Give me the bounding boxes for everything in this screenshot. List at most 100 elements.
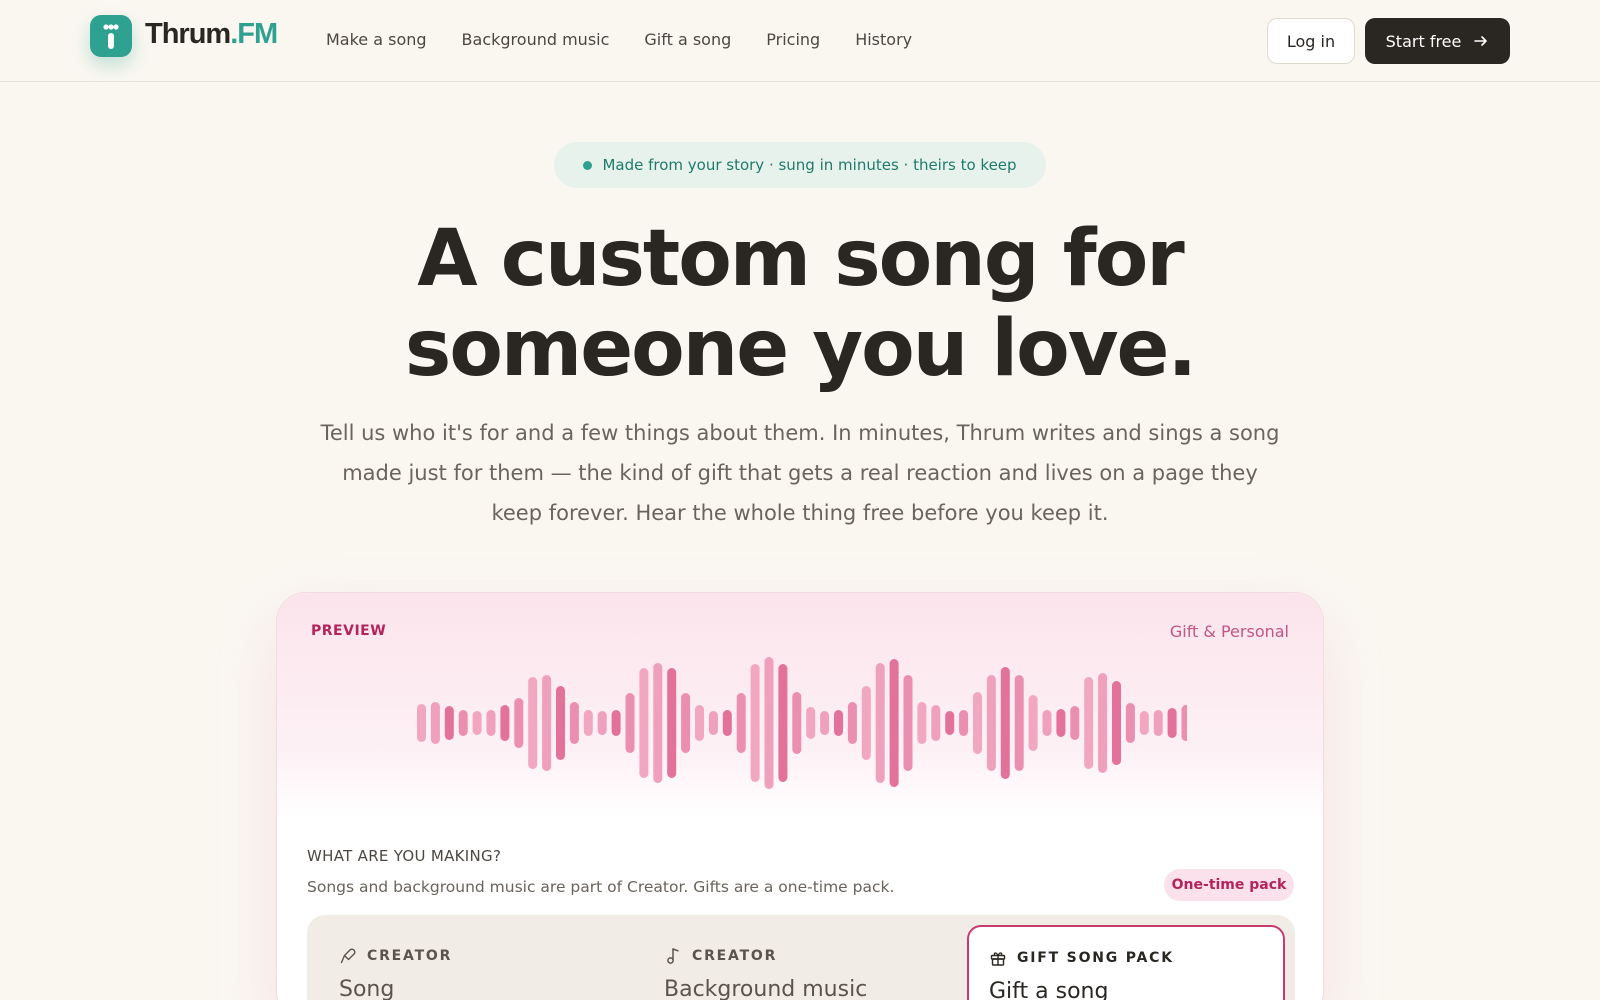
waveform-bar [1028, 695, 1038, 751]
waveform-bar [764, 657, 774, 789]
tagline-pill: Made from your story · sung in minutes ·… [554, 142, 1046, 188]
option-gift-a-song-name: Gift a song [989, 979, 1109, 1000]
waveform-bar [847, 702, 857, 744]
tagline-text: Made from your story · sung in minutes ·… [602, 156, 1017, 174]
hero-title-line-2: someone you love. [404, 304, 1197, 394]
waveform-bar [1125, 703, 1135, 743]
waveform-bar [1084, 677, 1094, 769]
option-song[interactable]: CREATOR Song [307, 915, 632, 1000]
option-background-music-tag-label: CREATOR [692, 948, 778, 964]
waveform-bar [1153, 710, 1163, 736]
gift-icon [990, 952, 1006, 966]
waveform-bar [1112, 681, 1121, 765]
waveform-bar [806, 707, 816, 739]
waveform-bar [542, 675, 552, 771]
waveform-bar [458, 710, 468, 736]
waveform-bar [556, 686, 565, 760]
waveform-bar [500, 705, 510, 741]
making-section-description: Songs and background music are part of C… [307, 878, 895, 896]
nav-link-gift-a-song[interactable]: Gift a song [644, 30, 731, 49]
waveform-bar [597, 711, 607, 735]
waveform-bar [875, 663, 885, 783]
waveform-bar [528, 677, 538, 769]
waveform-bar [472, 711, 482, 735]
waveform-bar [625, 693, 635, 753]
option-background-music-tag: CREATOR [664, 947, 777, 965]
login-button[interactable]: Log in [1267, 18, 1355, 64]
waveform-bar [1042, 710, 1052, 736]
waveform-bar [903, 675, 913, 771]
nav-link-background-music[interactable]: Background music [462, 30, 610, 49]
status-dot-icon [583, 160, 593, 170]
waveform-bar [1014, 675, 1024, 771]
waveform-bar [778, 664, 788, 782]
hero-title-line-1: A custom song for [417, 214, 1185, 304]
waveform-bar [834, 710, 843, 736]
option-gift-a-song[interactable]: GIFT SONG PACK Gift a song [967, 925, 1285, 1000]
music-note-icon [667, 948, 679, 964]
waveform-bar [667, 668, 677, 778]
waveform-bar [1098, 673, 1108, 773]
logo-icon[interactable] [90, 15, 132, 57]
waveform-bar [417, 704, 426, 742]
making-section-title: WHAT ARE YOU MAKING? [307, 847, 502, 865]
option-background-music[interactable]: CREATOR Background music [632, 915, 957, 1000]
nav-link-make-a-song[interactable]: Make a song [326, 30, 427, 49]
waveform-bar [1000, 667, 1010, 779]
waveform-bar [1181, 705, 1187, 741]
waveform-bar [861, 686, 871, 760]
nav-links: Make a song Background music Gift a song… [326, 30, 912, 49]
waveform-bar [945, 711, 955, 735]
option-background-music-name: Background music [664, 977, 868, 1000]
option-gift-a-song-tag-label: GIFT SONG PACK [1017, 950, 1174, 966]
preview-panel: PREVIEW Gift & Personal [277, 593, 1323, 819]
waveform-bar [792, 692, 802, 754]
option-song-tag-label: CREATOR [367, 948, 453, 964]
waveform-bar [931, 705, 941, 741]
waveform-bar [486, 710, 496, 736]
waveform-bar [1070, 706, 1080, 740]
waveform-bar [820, 711, 830, 735]
start-free-label: Start free [1385, 31, 1462, 51]
song-creator-card: PREVIEW Gift & Personal WHAT ARE YOU MAK… [276, 592, 1324, 1000]
option-song-tag: CREATOR [339, 947, 452, 965]
top-nav: Thrum.FM Make a song Background music Gi… [0, 0, 1600, 82]
waveform-bar [1056, 709, 1066, 737]
waveform-bar [569, 702, 579, 744]
waveform-bar [695, 705, 704, 741]
waveform-bar [736, 693, 746, 753]
category-label: Gift & Personal [1169, 622, 1289, 641]
waveform-bar [917, 702, 927, 744]
preview-label: PREVIEW [311, 623, 387, 639]
option-song-name: Song [339, 977, 395, 1000]
arrow-right-icon [1474, 36, 1488, 46]
waveform-bar [959, 710, 969, 736]
option-gift-a-song-tag: GIFT SONG PACK [989, 949, 1174, 967]
waveform-bar [611, 710, 621, 736]
waveform-bar [986, 675, 996, 771]
waveform-bar [430, 702, 440, 744]
login-label: Log in [1286, 31, 1336, 51]
microphone-icon [340, 948, 356, 964]
nav-link-history[interactable]: History [855, 30, 912, 49]
waveform-bar [889, 659, 899, 787]
nav-link-pricing[interactable]: Pricing [766, 30, 820, 49]
waveform-bar [583, 710, 593, 736]
waveform-bar [973, 692, 982, 754]
waveform-visualization [417, 657, 1187, 789]
waveform-bar [708, 711, 718, 735]
waveform-bar [722, 710, 732, 736]
waveform-bar [639, 668, 649, 778]
waveform-bar [750, 664, 760, 782]
waveform-bar [1167, 708, 1177, 738]
waveform-bar [514, 698, 524, 748]
hero-subtitle: Tell us who it's for and a few things ab… [320, 421, 1280, 525]
waveform-bar [681, 693, 691, 753]
hero-title: A custom song for someone you love. [0, 214, 1600, 394]
logo-wordmark[interactable]: Thrum.FM [145, 18, 278, 51]
waveform-bar [653, 663, 663, 783]
start-free-button[interactable]: Start free [1365, 18, 1510, 64]
waveform-bar [444, 706, 454, 740]
option-selector: CREATOR Song CREATOR Background music GI… [307, 915, 1295, 1000]
one-time-pack-badge: One-time pack [1164, 869, 1294, 901]
